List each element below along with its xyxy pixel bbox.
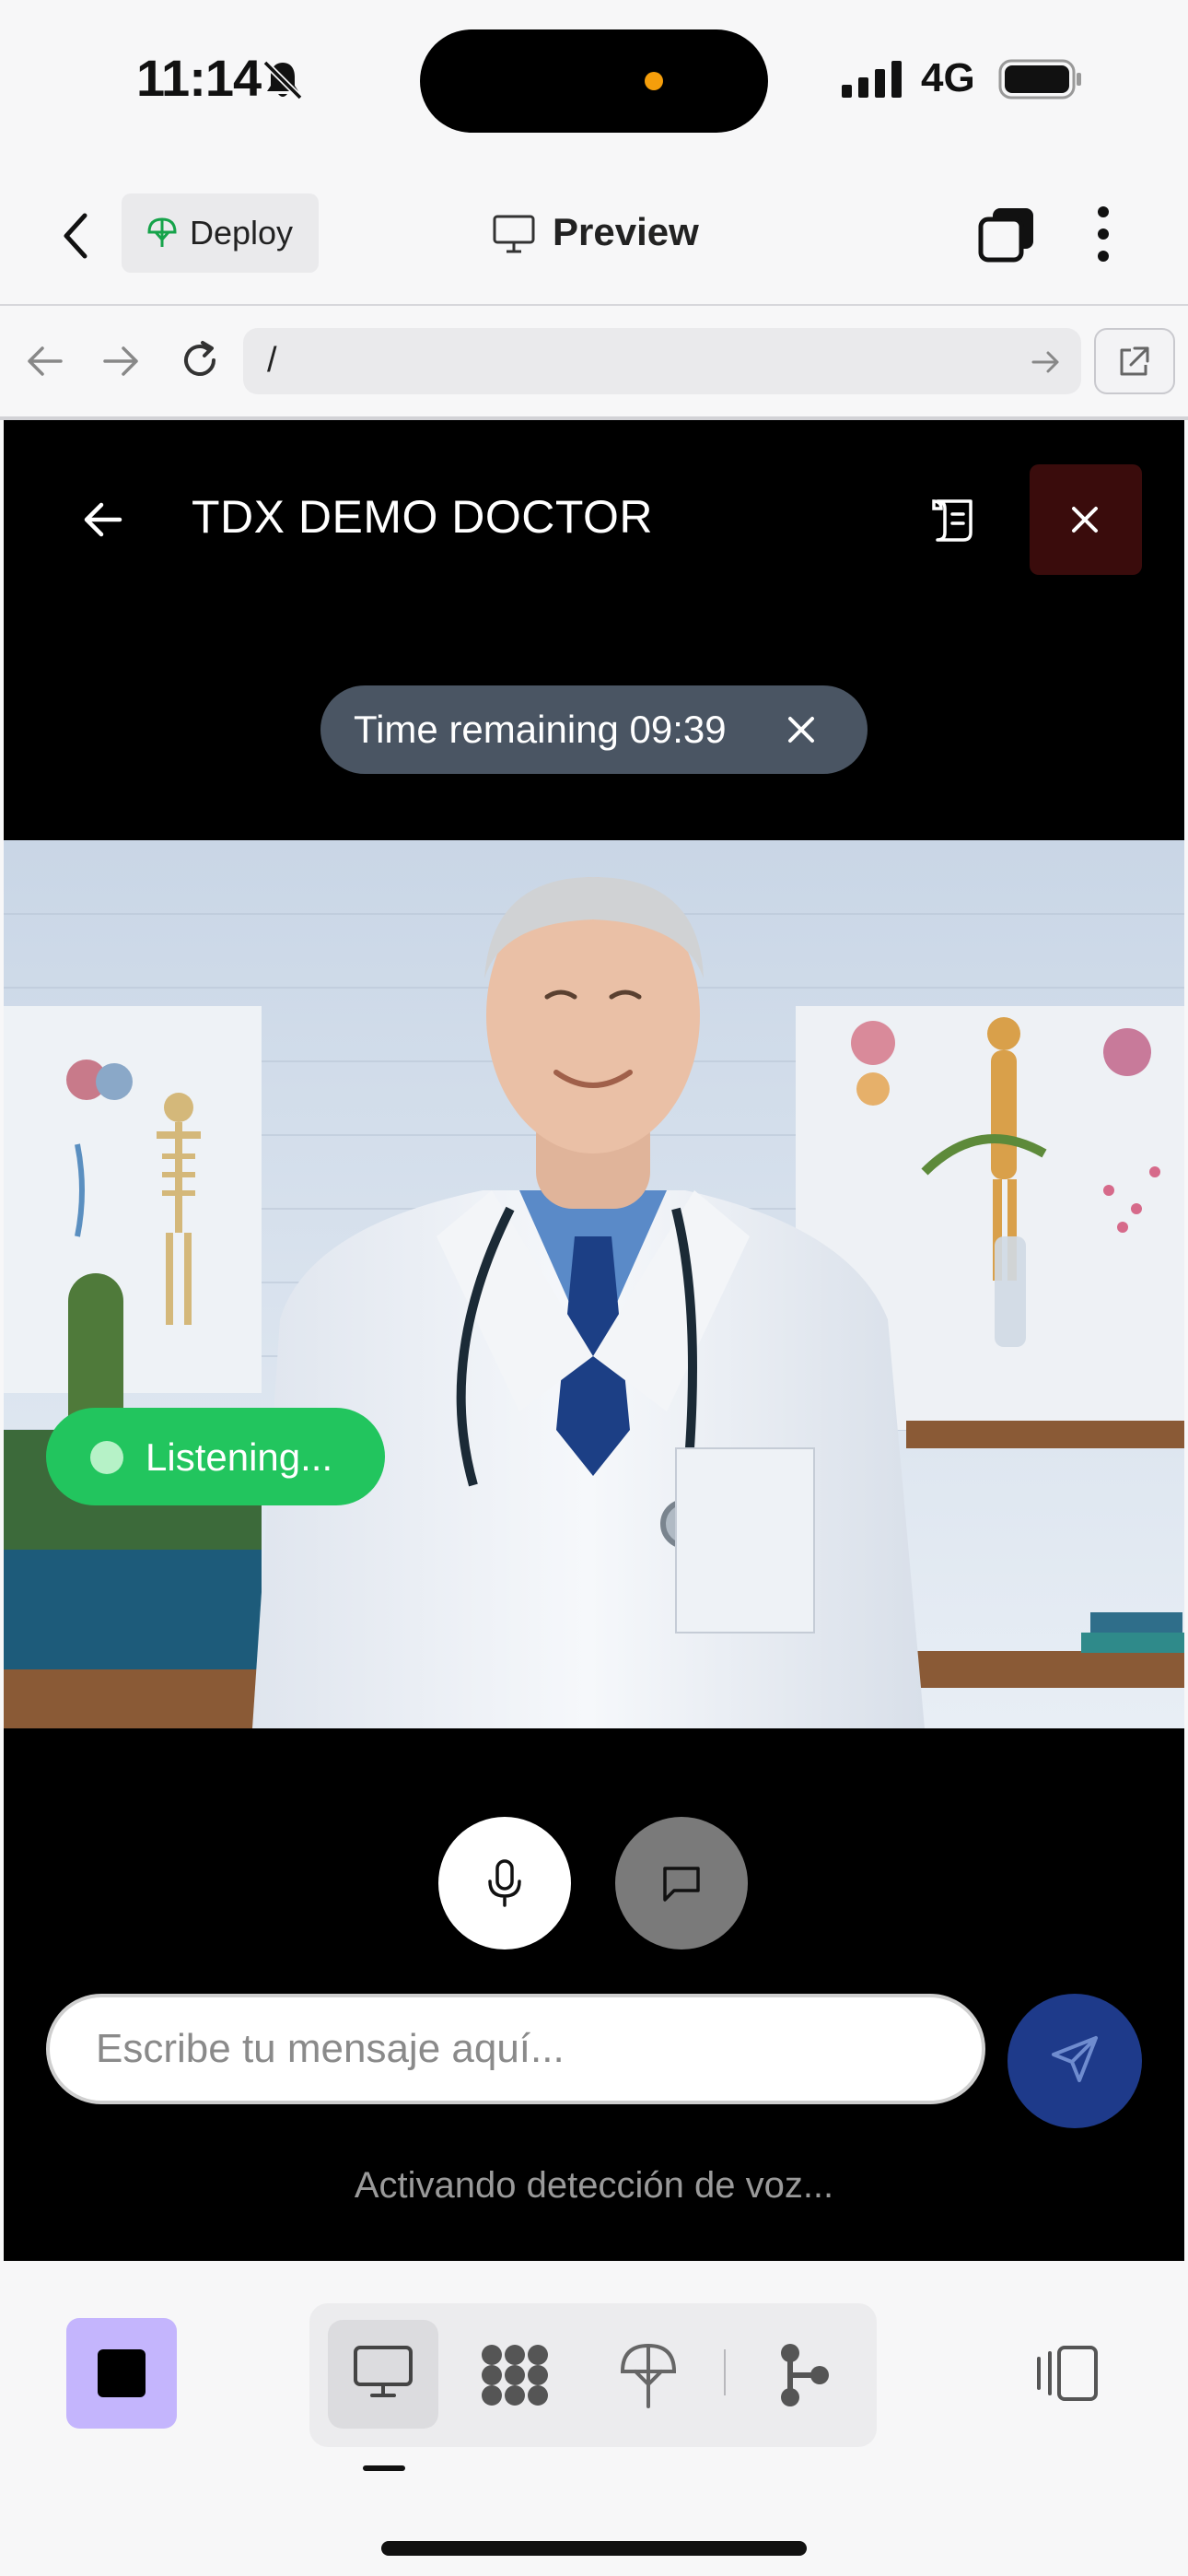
deploy-icon [147, 217, 177, 247]
active-tab-underline [363, 2465, 405, 2471]
avatar-video [4, 840, 1184, 1728]
listening-dot [90, 1441, 123, 1474]
chevron-left-icon[interactable] [57, 210, 94, 262]
status-time: 11:14 [136, 49, 262, 107]
share-icon[interactable] [777, 2340, 831, 2410]
notes-icon[interactable] [928, 496, 980, 545]
monitor-icon [493, 215, 535, 253]
url-field[interactable] [243, 328, 1081, 394]
divider [724, 2349, 726, 2395]
arrow-left-icon[interactable] [79, 499, 125, 540]
reload-icon[interactable] [177, 337, 223, 383]
grid-icon[interactable] [479, 2342, 551, 2408]
message-input[interactable] [46, 1994, 985, 2104]
go-arrow-icon[interactable] [1030, 348, 1063, 376]
arrow-left-icon[interactable] [24, 343, 66, 380]
home-indicator [381, 2541, 807, 2556]
privacy-indicator [645, 72, 663, 90]
send-icon [1052, 2036, 1098, 2082]
upload-icon[interactable] [617, 2340, 680, 2410]
time-remaining-label: Time remaining 09:39 [354, 708, 727, 751]
mic-icon [488, 1859, 521, 1907]
bell-muted-icon [262, 60, 303, 100]
signal-icon [842, 61, 902, 98]
dynamic-island [420, 29, 768, 133]
preview-title[interactable]: Preview [553, 210, 699, 254]
voice-status-text: Activando detección de voz... [354, 2165, 834, 2206]
url-path: / [267, 341, 277, 380]
close-icon[interactable] [785, 713, 818, 746]
arrow-right-icon[interactable] [99, 343, 142, 380]
session-title: TDX DEMO DOCTOR [192, 491, 654, 543]
device-rotate-icon[interactable] [1031, 2344, 1100, 2403]
monitor-icon [354, 2346, 413, 2397]
network-type: 4G [921, 55, 975, 100]
battery-icon [998, 59, 1081, 100]
stop-icon [98, 2349, 146, 2397]
more-icon[interactable] [1092, 205, 1114, 263]
listening-label: Listening... [146, 1435, 333, 1479]
close-icon [1072, 507, 1098, 533]
deploy-label: Deploy [190, 214, 294, 252]
external-link-icon [1120, 346, 1149, 376]
tabs-icon[interactable] [978, 206, 1035, 263]
chat-icon [663, 1867, 700, 1902]
